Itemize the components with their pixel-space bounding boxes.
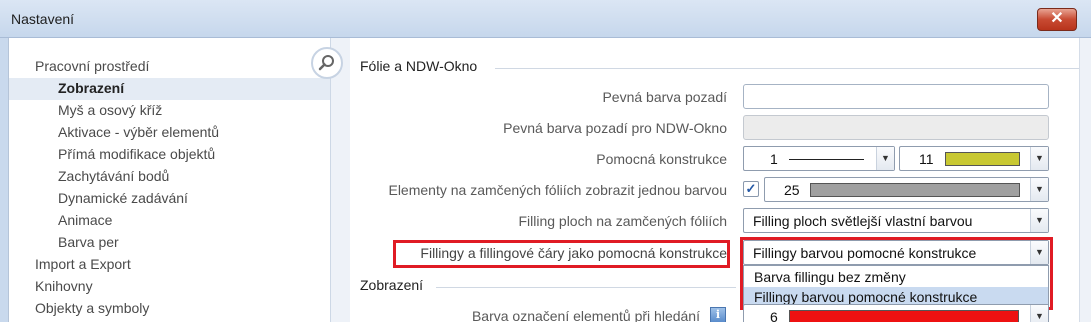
pevna-barva-ndw-field xyxy=(743,115,1049,140)
color-swatch xyxy=(789,310,1019,322)
close-button[interactable]: ✕ xyxy=(1037,8,1077,31)
dropdown-highlight-frame xyxy=(740,237,1053,310)
label-pevna-barva-ndw: Pevná barva pozadí pro NDW-Okno xyxy=(503,120,727,136)
section-title-folie: Fólie a NDW-Okno xyxy=(360,58,478,74)
pomocna-line-value: 1 xyxy=(770,151,778,167)
sidebar-item-mys[interactable]: Myš a osový kříž xyxy=(58,102,162,118)
filling-ploch-combo[interactable]: Filling ploch světlejší vlastní barvou ▼ xyxy=(743,208,1049,233)
splitter[interactable] xyxy=(330,38,350,322)
chevron-down-icon[interactable]: ▼ xyxy=(1030,305,1048,322)
label-pomocna-konstrukce: Pomocná konstrukce xyxy=(596,151,727,167)
search-button[interactable] xyxy=(311,47,343,79)
vertical-scrollbar[interactable] xyxy=(1079,38,1091,322)
section-divider xyxy=(495,68,1085,69)
pomocna-line-combo[interactable]: 1 ▼ xyxy=(743,146,895,171)
zamcene-color-combo[interactable]: 25 ▼ xyxy=(764,177,1049,202)
info-icon[interactable]: i xyxy=(710,307,726,322)
barva-oznaceni-combo[interactable]: 6 ▼ xyxy=(743,304,1049,322)
label-barva-oznaceni: Barva označení elementů při hledání xyxy=(471,308,700,322)
sidebar-item-knihovny[interactable]: Knihovny xyxy=(35,278,93,294)
label-zamcene-folie: Elementy na zamčených fóliích zobrazit j… xyxy=(388,182,727,198)
line-sample xyxy=(789,159,864,160)
sidebar-item-import-export[interactable]: Import a Export xyxy=(35,256,131,272)
sidebar-item-pracovni-prostredi[interactable]: Pracovní prostředí xyxy=(35,58,149,74)
barva-oznaceni-value: 6 xyxy=(770,309,778,322)
sidebar-item-prima-modifikace[interactable]: Přímá modifikace objektů xyxy=(58,146,215,162)
sidebar-item-objekty-symboly[interactable]: Objekty a symboly xyxy=(35,300,149,316)
color-swatch xyxy=(810,183,1020,197)
pomocna-color-value: 11 xyxy=(919,151,934,167)
close-icon: ✕ xyxy=(1050,10,1064,27)
sidebar-item-barva-per[interactable]: Barva per xyxy=(58,234,119,250)
sidebar-tree: Pracovní prostředí Zobrazení Myš a osový… xyxy=(8,38,331,322)
chevron-down-icon[interactable]: ▼ xyxy=(1030,178,1048,201)
label-filling-ploch: Filling ploch na zamčených fóliích xyxy=(518,213,727,229)
section-title-zobrazeni: Zobrazení xyxy=(360,277,424,293)
label-pevna-barva: Pevná barva pozadí xyxy=(602,89,727,105)
settings-panel: Fólie a NDW-Okno Pevná barva pozadí Pevn… xyxy=(350,38,1091,322)
label-fillingy-cary: Fillingy a fillingové čáry jako pomocná … xyxy=(420,245,727,261)
filling-ploch-value: Filling ploch světlejší vlastní barvou xyxy=(753,213,973,229)
zamcene-checkbox[interactable]: ✓ xyxy=(743,181,759,197)
sidebar-item-zachytavani[interactable]: Zachytávání bodů xyxy=(58,168,169,184)
window-title: Nastavení xyxy=(11,11,75,27)
zamcene-color-value: 25 xyxy=(784,182,800,198)
section-divider xyxy=(436,287,736,288)
title-bar: Nastavení ✕ xyxy=(0,0,1091,38)
chevron-down-icon[interactable]: ▼ xyxy=(1030,147,1048,170)
sidebar-item-dynamicke-zadavani[interactable]: Dynamické zadávání xyxy=(58,190,188,206)
pomocna-color-combo[interactable]: 11 ▼ xyxy=(899,146,1049,171)
search-icon xyxy=(318,55,334,71)
sidebar-item-aktivace[interactable]: Aktivace - výběr elementů xyxy=(58,124,219,140)
sidebar-item-zobrazeni[interactable]: Zobrazení xyxy=(9,78,331,100)
chevron-down-icon[interactable]: ▼ xyxy=(1030,209,1048,232)
color-swatch xyxy=(945,152,1020,166)
pevna-barva-field[interactable] xyxy=(743,84,1049,109)
sidebar-item-animace[interactable]: Animace xyxy=(58,212,112,228)
chevron-down-icon[interactable]: ▼ xyxy=(876,147,894,170)
